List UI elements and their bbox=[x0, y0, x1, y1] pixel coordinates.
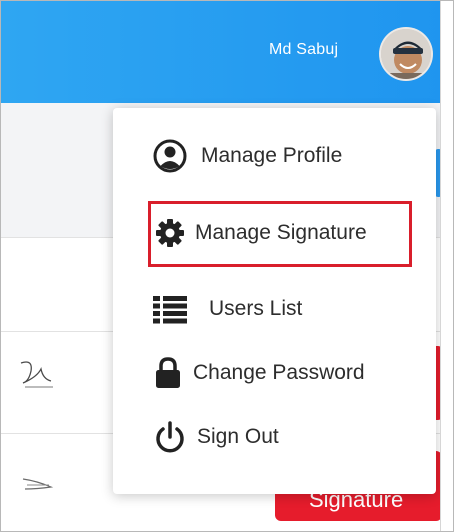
signature-thumbnail bbox=[1, 451, 59, 513]
menu-item-manage-profile[interactable]: Manage Profile bbox=[113, 129, 436, 183]
signature-scribble-icon bbox=[22, 478, 54, 490]
user-name[interactable]: Md Sabuj bbox=[269, 41, 338, 59]
signature-scribble-icon bbox=[20, 361, 53, 388]
avatar[interactable] bbox=[379, 27, 433, 81]
menu-item-label: Change Password bbox=[193, 361, 365, 384]
signature-thumbnail bbox=[1, 341, 59, 403]
list-icon bbox=[153, 292, 187, 326]
menu-item-sign-out[interactable]: Sign Out bbox=[113, 410, 436, 464]
gear-icon bbox=[153, 216, 187, 250]
menu-item-change-password[interactable]: Change Password bbox=[113, 346, 436, 400]
power-icon bbox=[153, 420, 187, 454]
menu-item-users-list[interactable]: Users List bbox=[113, 282, 436, 336]
window-edge bbox=[440, 1, 453, 531]
user-avatar-icon bbox=[381, 29, 431, 79]
lock-icon bbox=[151, 356, 185, 390]
menu-item-label: Sign Out bbox=[197, 425, 279, 448]
menu-item-label: Manage Profile bbox=[201, 144, 343, 167]
app-frame: Md Sabuj Signature Manage Profile Manage… bbox=[0, 0, 454, 532]
menu-item-label: Manage Signature bbox=[195, 221, 367, 244]
menu-item-manage-signature[interactable]: Manage Signature bbox=[113, 206, 436, 260]
user-dropdown-menu: Manage Profile Manage Signature Users Li… bbox=[113, 108, 436, 494]
top-navbar: Md Sabuj bbox=[1, 1, 442, 103]
menu-item-label: Users List bbox=[209, 297, 303, 320]
user-circle-icon bbox=[153, 139, 187, 173]
